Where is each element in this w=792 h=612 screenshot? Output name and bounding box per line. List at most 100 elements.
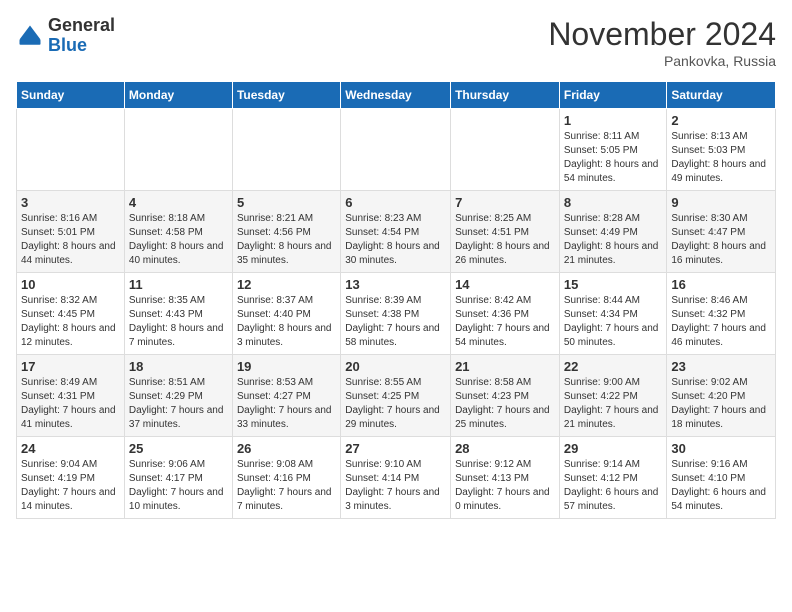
day-detail: Sunrise: 8:49 AM Sunset: 4:31 PM Dayligh… xyxy=(21,376,120,432)
day-number: 16 xyxy=(671,277,771,292)
day-number: 26 xyxy=(237,441,336,456)
calendar-cell: 13 Sunrise: 8:39 AM Sunset: 4:38 PM Dayli… xyxy=(341,273,451,355)
weekday-header: Monday xyxy=(124,82,232,109)
day-detail: Sunrise: 9:00 AM Sunset: 4:22 PM Dayligh… xyxy=(564,376,663,432)
calendar-week-row: 3 Sunrise: 8:16 AM Sunset: 5:01 PM Daylig… xyxy=(17,191,776,273)
calendar-cell: 19Sunrise: 8:53 AM Sunset: 4:27 PM Dayli… xyxy=(232,355,340,437)
day-detail: Sunrise: 8:25 AM Sunset: 4:51 PM Dayligh… xyxy=(455,212,555,268)
day-number: 29 xyxy=(564,441,663,456)
day-detail: Sunrise: 9:08 AM Sunset: 4:16 PM Dayligh… xyxy=(237,458,336,514)
day-detail: Sunrise: 8:16 AM Sunset: 5:01 PM Dayligh… xyxy=(21,212,120,268)
calendar-cell: 22 Sunrise: 9:00 AM Sunset: 4:22 PM Dayli… xyxy=(559,355,667,437)
day-number: 24 xyxy=(21,441,120,456)
day-number: 28 xyxy=(455,441,555,456)
day-detail: Sunrise: 8:13 AM Sunset: 5:03 PM Dayligh… xyxy=(671,130,771,186)
calendar-table: SundayMondayTuesdayWednesdayThursdayFrid… xyxy=(16,81,776,519)
day-number: 3 xyxy=(21,195,120,210)
day-number: 8 xyxy=(564,195,663,210)
day-detail: Sunrise: 8:55 AM Sunset: 4:25 PM Dayligh… xyxy=(345,376,446,432)
calendar-cell: 27 Sunrise: 9:10 AM Sunset: 4:14 PM Dayli… xyxy=(341,437,451,519)
day-detail: Sunrise: 8:30 AM Sunset: 4:47 PM Dayligh… xyxy=(671,212,771,268)
day-number: 23 xyxy=(671,359,771,374)
day-number: 14 xyxy=(455,277,555,292)
day-detail: Sunrise: 8:53 AM Sunset: 4:27 PM Dayligh… xyxy=(237,376,336,432)
calendar-cell: 23Sunrise: 9:02 AM Sunset: 4:20 PM Dayli… xyxy=(667,355,776,437)
calendar-cell: 3 Sunrise: 8:16 AM Sunset: 5:01 PM Daylig… xyxy=(17,191,125,273)
month-title: November 2024 xyxy=(548,16,776,53)
calendar-cell: 18 Sunrise: 8:51 AM Sunset: 4:29 PM Dayli… xyxy=(124,355,232,437)
calendar-cell: 28 Sunrise: 9:12 AM Sunset: 4:13 PM Dayli… xyxy=(451,437,560,519)
day-detail: Sunrise: 8:32 AM Sunset: 4:45 PM Dayligh… xyxy=(21,294,120,350)
calendar-cell: 17 Sunrise: 8:49 AM Sunset: 4:31 PM Dayli… xyxy=(17,355,125,437)
day-number: 9 xyxy=(671,195,771,210)
calendar-cell xyxy=(124,109,232,191)
day-number: 15 xyxy=(564,277,663,292)
calendar-week-row: 24 Sunrise: 9:04 AM Sunset: 4:19 PM Dayli… xyxy=(17,437,776,519)
day-number: 13 xyxy=(345,277,446,292)
calendar-cell: 7Sunrise: 8:25 AM Sunset: 4:51 PM Daylig… xyxy=(451,191,560,273)
calendar-cell: 10Sunrise: 8:32 AM Sunset: 4:45 PM Dayli… xyxy=(17,273,125,355)
calendar-cell: 5Sunrise: 8:21 AM Sunset: 4:56 PM Daylig… xyxy=(232,191,340,273)
weekday-header: Tuesday xyxy=(232,82,340,109)
weekday-header: Saturday xyxy=(667,82,776,109)
calendar-cell: 6 Sunrise: 8:23 AM Sunset: 4:54 PM Daylig… xyxy=(341,191,451,273)
day-number: 22 xyxy=(564,359,663,374)
weekday-header: Friday xyxy=(559,82,667,109)
day-number: 2 xyxy=(671,113,771,128)
day-number: 27 xyxy=(345,441,446,456)
calendar-week-row: 10Sunrise: 8:32 AM Sunset: 4:45 PM Dayli… xyxy=(17,273,776,355)
calendar-cell xyxy=(341,109,451,191)
logo: General Blue xyxy=(16,16,115,56)
weekday-header: Sunday xyxy=(17,82,125,109)
calendar-cell: 8 Sunrise: 8:28 AM Sunset: 4:49 PM Daylig… xyxy=(559,191,667,273)
day-detail: Sunrise: 8:58 AM Sunset: 4:23 PM Dayligh… xyxy=(455,376,555,432)
day-detail: Sunrise: 9:04 AM Sunset: 4:19 PM Dayligh… xyxy=(21,458,120,514)
day-number: 30 xyxy=(671,441,771,456)
day-number: 20 xyxy=(345,359,446,374)
calendar-cell: 11 Sunrise: 8:35 AM Sunset: 4:43 PM Dayli… xyxy=(124,273,232,355)
calendar-cell: 24 Sunrise: 9:04 AM Sunset: 4:19 PM Dayli… xyxy=(17,437,125,519)
day-detail: Sunrise: 8:18 AM Sunset: 4:58 PM Dayligh… xyxy=(129,212,228,268)
page-header: General Blue November 2024 Pankovka, Rus… xyxy=(16,16,776,69)
calendar-cell: 26 Sunrise: 9:08 AM Sunset: 4:16 PM Dayli… xyxy=(232,437,340,519)
day-detail: Sunrise: 8:11 AM Sunset: 5:05 PM Dayligh… xyxy=(564,130,663,186)
day-detail: Sunrise: 9:12 AM Sunset: 4:13 PM Dayligh… xyxy=(455,458,555,514)
day-detail: Sunrise: 8:44 AM Sunset: 4:34 PM Dayligh… xyxy=(564,294,663,350)
calendar-cell xyxy=(451,109,560,191)
logo-icon xyxy=(16,22,44,50)
day-number: 11 xyxy=(129,277,228,292)
day-detail: Sunrise: 8:39 AM Sunset: 4:38 PM Dayligh… xyxy=(345,294,446,350)
day-number: 17 xyxy=(21,359,120,374)
calendar-cell: 2 Sunrise: 8:13 AM Sunset: 5:03 PM Daylig… xyxy=(667,109,776,191)
weekday-header: Wednesday xyxy=(341,82,451,109)
day-detail: Sunrise: 8:21 AM Sunset: 4:56 PM Dayligh… xyxy=(237,212,336,268)
day-number: 12 xyxy=(237,277,336,292)
day-detail: Sunrise: 8:23 AM Sunset: 4:54 PM Dayligh… xyxy=(345,212,446,268)
day-detail: Sunrise: 8:37 AM Sunset: 4:40 PM Dayligh… xyxy=(237,294,336,350)
day-detail: Sunrise: 8:28 AM Sunset: 4:49 PM Dayligh… xyxy=(564,212,663,268)
day-number: 18 xyxy=(129,359,228,374)
calendar-cell: 29Sunrise: 9:14 AM Sunset: 4:12 PM Dayli… xyxy=(559,437,667,519)
calendar-cell xyxy=(17,109,125,191)
day-detail: Sunrise: 9:16 AM Sunset: 4:10 PM Dayligh… xyxy=(671,458,771,514)
calendar-cell: 16 Sunrise: 8:46 AM Sunset: 4:32 PM Dayli… xyxy=(667,273,776,355)
weekday-header: Thursday xyxy=(451,82,560,109)
day-number: 4 xyxy=(129,195,228,210)
calendar-cell: 30 Sunrise: 9:16 AM Sunset: 4:10 PM Dayli… xyxy=(667,437,776,519)
calendar-cell: 14 Sunrise: 8:42 AM Sunset: 4:36 PM Dayli… xyxy=(451,273,560,355)
logo-blue-text: Blue xyxy=(48,36,115,56)
day-number: 25 xyxy=(129,441,228,456)
day-detail: Sunrise: 8:46 AM Sunset: 4:32 PM Dayligh… xyxy=(671,294,771,350)
calendar-cell: 15 Sunrise: 8:44 AM Sunset: 4:34 PM Dayli… xyxy=(559,273,667,355)
calendar-cell: 1Sunrise: 8:11 AM Sunset: 5:05 PM Daylig… xyxy=(559,109,667,191)
title-area: November 2024 Pankovka, Russia xyxy=(548,16,776,69)
calendar-cell: 21 Sunrise: 8:58 AM Sunset: 4:23 PM Dayli… xyxy=(451,355,560,437)
day-number: 6 xyxy=(345,195,446,210)
day-number: 21 xyxy=(455,359,555,374)
day-detail: Sunrise: 8:51 AM Sunset: 4:29 PM Dayligh… xyxy=(129,376,228,432)
calendar-cell: 9 Sunrise: 8:30 AM Sunset: 4:47 PM Daylig… xyxy=(667,191,776,273)
day-detail: Sunrise: 8:35 AM Sunset: 4:43 PM Dayligh… xyxy=(129,294,228,350)
weekday-header-row: SundayMondayTuesdayWednesdayThursdayFrid… xyxy=(17,82,776,109)
day-detail: Sunrise: 9:10 AM Sunset: 4:14 PM Dayligh… xyxy=(345,458,446,514)
day-detail: Sunrise: 8:42 AM Sunset: 4:36 PM Dayligh… xyxy=(455,294,555,350)
